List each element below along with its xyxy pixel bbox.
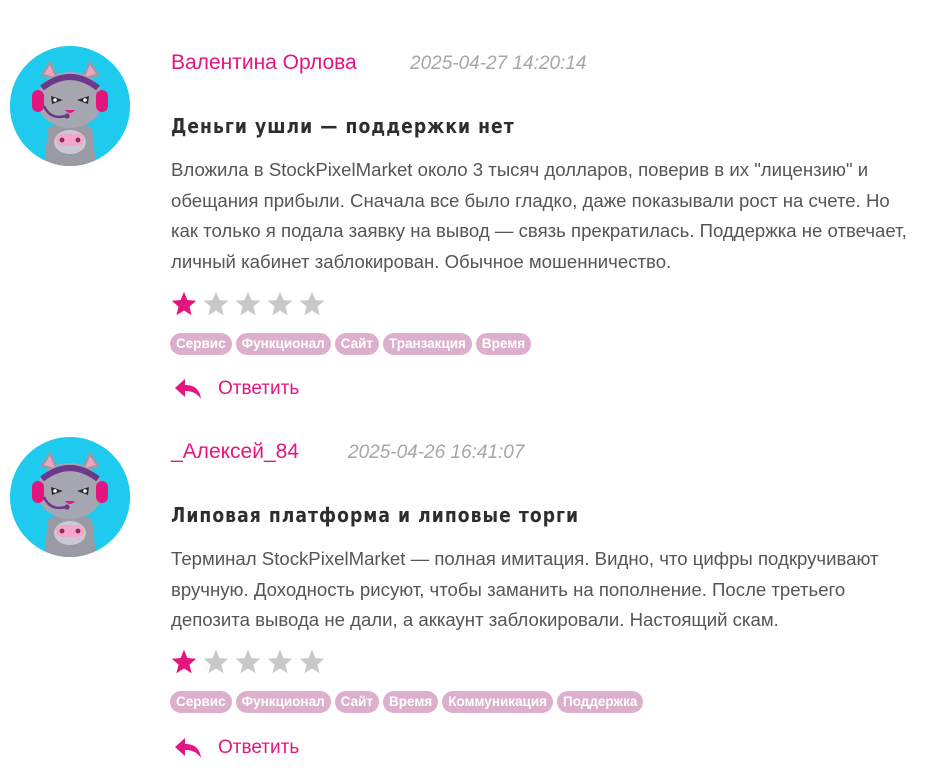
star-filled-icon <box>171 291 197 316</box>
tag-badge[interactable]: Коммуникация <box>442 691 554 713</box>
star-empty-icon <box>267 291 293 316</box>
reply-label: Ответить <box>218 737 300 758</box>
tag-badge[interactable]: Время <box>475 333 532 355</box>
cat-gamer-avatar-icon <box>10 46 130 166</box>
tag-list: Сервис Функционал Сайт Транзакция Время <box>170 333 532 355</box>
tag-list: Сервис Функционал Сайт Время Коммуникация Под… <box>170 691 644 713</box>
cat-gamer-avatar-icon <box>10 437 130 557</box>
tag-badge[interactable]: Сервис <box>170 691 232 713</box>
tag-badge[interactable]: Сайт <box>334 691 379 713</box>
review-title: Деньги ушли — поддержки нет <box>171 114 515 138</box>
star-empty-icon <box>203 649 229 674</box>
tag-badge[interactable]: Время <box>383 691 439 713</box>
review-title: Липовая платформа и липовые торги <box>171 503 580 527</box>
reply-label: Ответить <box>218 378 300 399</box>
review-body: Терминал StockPixelMarket — полная имита… <box>171 548 879 631</box>
reply-arrow-icon <box>175 379 201 399</box>
reply-button[interactable]: Ответить <box>174 737 299 759</box>
avatar <box>10 46 130 166</box>
star-rating <box>170 647 330 679</box>
review-date: 2025-04-26 16:41:07 <box>348 442 525 463</box>
tag-badge[interactable]: Функционал <box>235 333 331 355</box>
review-author[interactable]: Валентина Орлова <box>171 51 357 75</box>
review-author[interactable]: _Алексей_84 <box>171 440 299 464</box>
tag-badge[interactable]: Поддержка <box>557 691 644 713</box>
star-empty-icon <box>299 649 325 674</box>
review-date: 2025-04-27 14:20:14 <box>410 53 587 74</box>
reply-button[interactable]: Ответить <box>174 378 299 400</box>
review-body: Вложила в StockPixelMarket около 3 тысяч… <box>171 159 907 273</box>
star-rating <box>170 289 330 321</box>
tag-badge[interactable]: Сервис <box>170 333 232 355</box>
tag-badge[interactable]: Сайт <box>334 333 379 355</box>
star-empty-icon <box>235 649 261 674</box>
avatar <box>10 437 130 557</box>
star-empty-icon <box>203 291 229 316</box>
star-empty-icon <box>267 649 293 674</box>
tag-badge[interactable]: Транзакция <box>383 333 472 355</box>
tag-badge[interactable]: Функционал <box>235 691 331 713</box>
star-empty-icon <box>235 291 261 316</box>
reply-arrow-icon <box>175 738 201 758</box>
star-empty-icon <box>299 291 325 316</box>
star-filled-icon <box>171 649 197 674</box>
